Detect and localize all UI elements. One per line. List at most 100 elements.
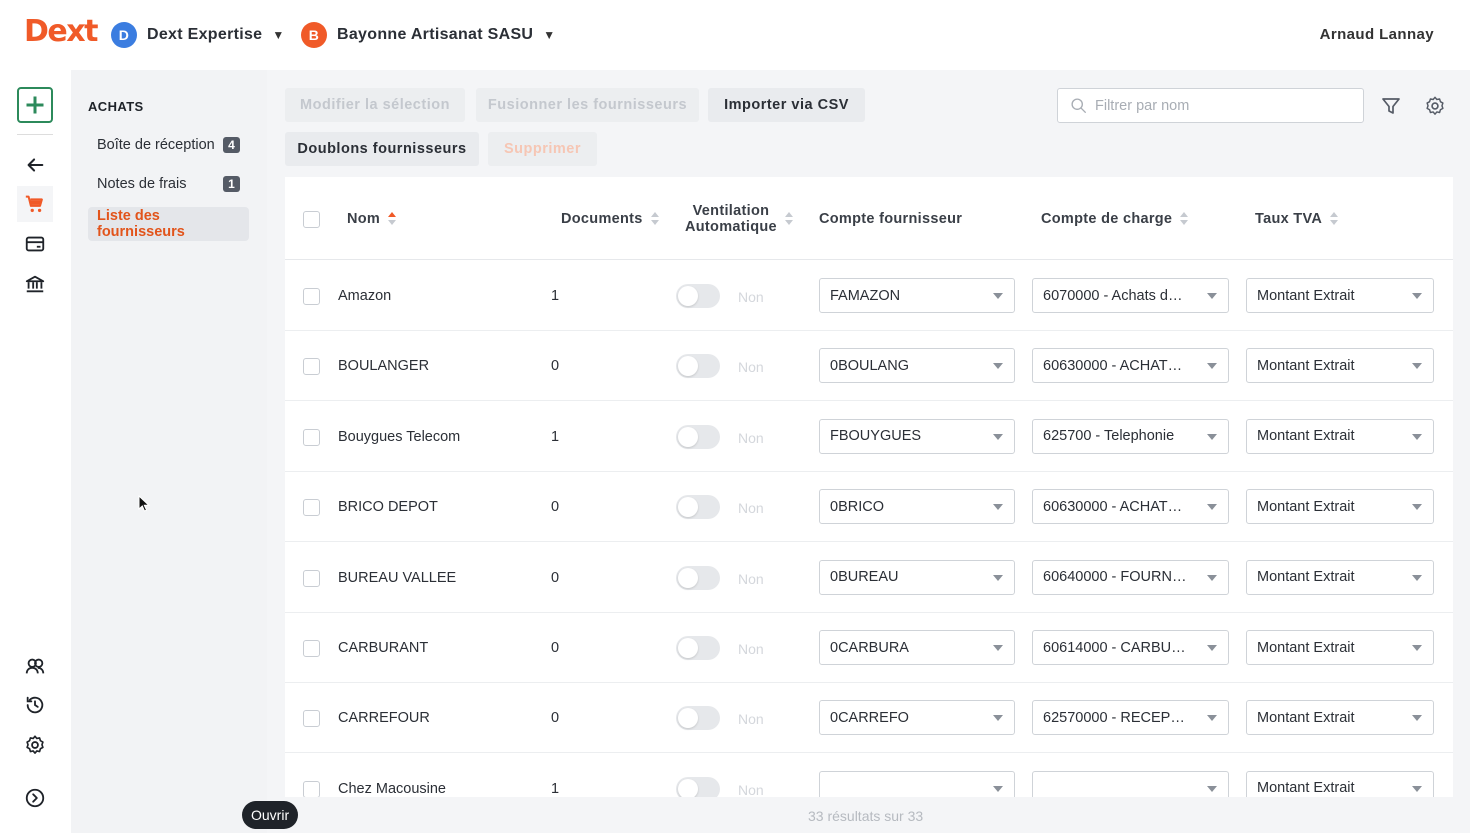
auto-ventilation-toggle[interactable] [676, 565, 720, 590]
nav-cards[interactable] [17, 226, 53, 262]
supplier-account-select[interactable]: FBOUYGUES [819, 418, 1015, 454]
nav-team[interactable] [17, 648, 53, 684]
caret-down-icon [993, 504, 1003, 511]
modify-selection-button[interactable]: Modifier la sélection [285, 88, 465, 122]
vat-rate-select[interactable]: Montant Extrait [1246, 770, 1434, 797]
auto-ventilation-toggle[interactable] [676, 284, 720, 308]
caret-down-icon [1207, 574, 1217, 581]
charge-account-select[interactable]: 6070000 - Achats de ... [1032, 278, 1229, 313]
caret-down-icon [993, 363, 1003, 370]
charge-account-select[interactable]: 60614000 - CARBURA... [1032, 630, 1229, 665]
table-row[interactable]: Chez Macousine 1 Non Montant Extrait [285, 754, 1453, 797]
supplier-account-select[interactable] [819, 770, 1015, 797]
auto-ventilation-toggle[interactable] [676, 706, 720, 731]
table-row[interactable]: CARREFOUR 0 Non 0CARREFO 62570000 - RECEPTIO… [285, 683, 1453, 754]
sidebar-item-inbox[interactable]: Boîte de réception 4 [88, 128, 249, 162]
charge-account-select[interactable]: 60630000 - ACHATS F... [1032, 489, 1229, 525]
auto-ventilation-toggle[interactable] [676, 354, 720, 379]
dext-logo[interactable]: Dext [24, 14, 98, 49]
import-csv-button[interactable]: Importer via CSV [708, 88, 865, 122]
row-checkbox[interactable] [303, 569, 320, 587]
sidebar-item-suppliers[interactable]: Liste des fournisseurs [88, 207, 249, 241]
supplier-name[interactable]: Bouygues Telecom [338, 429, 460, 445]
merge-suppliers-button[interactable]: Fusionner les fournisseurs [476, 88, 699, 122]
table-row[interactable]: CARBURANT 0 Non 0CARBURA 60614000 - CARBURA.… [285, 613, 1453, 683]
add-button[interactable] [17, 87, 53, 123]
supplier-account-select[interactable]: 0CARBURA [819, 630, 1015, 665]
select-all-checkbox[interactable] [303, 211, 320, 228]
tooltip: Ouvrir [242, 801, 299, 829]
table-row[interactable]: BRICO DEPOT 0 Non 0BRICO 60630000 - ACHATS F… [285, 472, 1453, 543]
vat-rate-select[interactable]: Montant Extrait [1246, 559, 1434, 595]
supplier-name[interactable]: Amazon [338, 288, 391, 304]
filter-button[interactable] [1379, 94, 1403, 118]
column-header-name[interactable]: Nom [347, 211, 397, 227]
charge-account-select[interactable]: 60640000 - FOURNITU... [1032, 559, 1229, 595]
duplicate-suppliers-button[interactable]: Doublons fournisseurs [285, 132, 479, 166]
charge-account-select[interactable]: 625700 - Telephonie [1032, 418, 1229, 454]
row-checkbox[interactable] [303, 780, 320, 797]
supplier-name[interactable]: BRICO DEPOT [338, 499, 438, 515]
supplier-name[interactable]: CARREFOUR [338, 710, 430, 726]
nav-history[interactable] [17, 687, 53, 723]
supplier-account-select[interactable]: 0BOULANG [819, 348, 1015, 384]
chevron-right-circle-icon [25, 788, 45, 808]
sidebar-item-expenses[interactable]: Notes de frais 1 [88, 167, 249, 201]
supplier-account-select[interactable]: FAMAZON [819, 278, 1015, 313]
charge-account-select[interactable] [1032, 770, 1229, 797]
auto-ventilation-toggle[interactable] [676, 636, 720, 660]
row-checkbox[interactable] [303, 640, 320, 657]
nav-purchases[interactable] [17, 186, 53, 222]
documents-count: 0 [551, 499, 560, 516]
row-checkbox[interactable] [303, 428, 320, 446]
toggle-state-label: Non [738, 500, 764, 517]
org-switcher[interactable]: D Dext Expertise ▼ [111, 22, 285, 48]
client-switcher[interactable]: B Bayonne Artisanat SASU ▼ [301, 22, 555, 48]
vat-rate-select[interactable]: Montant Extrait [1246, 278, 1434, 313]
supplier-name[interactable]: BUREAU VALLEE [338, 570, 456, 586]
expand-nav-button[interactable] [17, 780, 53, 816]
select-value: Montant Extrait [1257, 639, 1355, 656]
table-row[interactable]: BOULANGER 0 Non 0BOULANG 60630000 - ACHATS F… [285, 331, 1453, 402]
table-row[interactable]: Amazon 1 Non FAMAZON 6070000 - Achats de ...… [285, 261, 1453, 331]
row-checkbox[interactable] [303, 710, 320, 728]
delete-button[interactable]: Supprimer [488, 132, 597, 166]
vat-rate-select[interactable]: Montant Extrait [1246, 348, 1434, 384]
vat-rate-select[interactable]: Montant Extrait [1246, 700, 1434, 736]
filter-input[interactable] [1095, 97, 1345, 114]
column-header-ventilation[interactable]: Ventilation Automatique [685, 203, 793, 235]
toggle-state-label: Non [738, 781, 764, 797]
row-checkbox[interactable] [303, 288, 320, 305]
back-button[interactable] [17, 147, 53, 183]
filter-by-name[interactable] [1057, 88, 1364, 123]
caret-down-icon [1412, 504, 1422, 511]
auto-ventilation-toggle[interactable] [676, 776, 720, 797]
auto-ventilation-toggle[interactable] [676, 495, 720, 520]
column-header-charge-account[interactable]: Compte de charge [1041, 211, 1189, 227]
documents-count: 0 [551, 569, 560, 586]
vat-rate-select[interactable]: Montant Extrait [1246, 630, 1434, 665]
supplier-account-select[interactable]: 0BUREAU [819, 559, 1015, 595]
supplier-name[interactable]: BOULANGER [338, 358, 429, 374]
column-label: Compte de charge [1041, 211, 1173, 227]
supplier-name[interactable]: CARBURANT [338, 640, 428, 656]
row-checkbox[interactable] [303, 499, 320, 517]
auto-ventilation-toggle[interactable] [676, 424, 720, 449]
supplier-name[interactable]: Chez Macousine [338, 781, 446, 797]
column-header-documents[interactable]: Documents [561, 211, 659, 227]
user-menu[interactable]: Arnaud Lannay [1320, 26, 1434, 43]
search-icon [1071, 98, 1086, 113]
nav-settings[interactable] [17, 727, 53, 763]
column-header-vat-rate[interactable]: Taux TVA [1255, 211, 1339, 227]
vat-rate-select[interactable]: Montant Extrait [1246, 418, 1434, 454]
supplier-account-select[interactable]: 0CARREFO [819, 700, 1015, 736]
table-row[interactable]: Bouygues Telecom 1 Non FBOUYGUES 625700 - Te… [285, 402, 1453, 472]
row-checkbox[interactable] [303, 358, 320, 376]
charge-account-select[interactable]: 60630000 - ACHATS F... [1032, 348, 1229, 384]
supplier-account-select[interactable]: 0BRICO [819, 489, 1015, 525]
nav-bank[interactable] [17, 266, 53, 302]
vat-rate-select[interactable]: Montant Extrait [1246, 489, 1434, 525]
table-settings-button[interactable] [1423, 94, 1447, 118]
table-row[interactable]: BUREAU VALLEE 0 Non 0BUREAU 60640000 - FOURN… [285, 543, 1453, 613]
charge-account-select[interactable]: 62570000 - RECEPTIO... [1032, 700, 1229, 736]
